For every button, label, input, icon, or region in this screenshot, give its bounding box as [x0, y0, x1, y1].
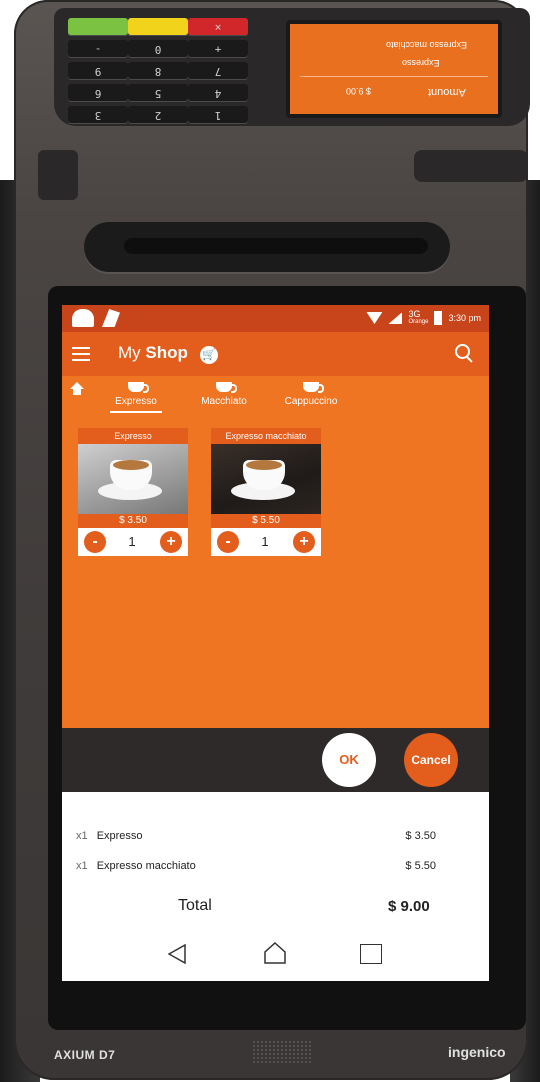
app-title-bold: Shop: [145, 343, 188, 362]
product-name: Expresso: [78, 428, 188, 444]
keypad: ✕ - 0 + 9 8 7 6 5 4 3 2 1: [64, 18, 264, 124]
decrement-button[interactable]: -: [217, 531, 239, 553]
cup-icon: [128, 382, 149, 393]
mini-line-1: Expresso macchiato: [386, 40, 468, 50]
total-label: Total: [178, 897, 212, 914]
key-4[interactable]: 4: [188, 84, 248, 102]
active-tab-indicator: [110, 411, 162, 413]
tab-label: Macchiato: [201, 396, 247, 407]
order-summary: x1 Expresso $ 3.50 x1 Expresso macchiato…: [62, 792, 489, 981]
tab-cappuccino[interactable]: Cappuccino: [278, 382, 344, 407]
increment-button[interactable]: +: [293, 531, 315, 553]
increment-button[interactable]: +: [160, 531, 182, 553]
network-type: 3G: [408, 309, 421, 319]
key-plus[interactable]: +: [188, 40, 248, 58]
ok-button[interactable]: OK: [322, 733, 376, 787]
signal-icon: [388, 312, 403, 324]
key-8[interactable]: 8: [128, 62, 188, 80]
mini-amount-label: Amount: [428, 86, 466, 98]
macchiato-image: [211, 444, 321, 514]
tab-label: Cappuccino: [284, 396, 338, 407]
status-bar: 3G Orange 3:30 pm: [62, 305, 489, 332]
app-title-prefix: My: [118, 343, 141, 362]
key-6[interactable]: 6: [68, 84, 128, 102]
printer-slot: [414, 150, 528, 182]
quantity-value: 1: [261, 534, 269, 549]
action-bar: OK Cancel: [62, 728, 489, 792]
home-icon[interactable]: [70, 382, 84, 396]
carrier-name: Orange: [408, 319, 429, 325]
quantity-stepper: - 1 +: [211, 528, 321, 556]
touch-screen: 3G Orange 3:30 pm My Shop 🛒 Expresso Mac…: [62, 305, 489, 981]
wifi-icon: [366, 312, 383, 324]
line-price: $ 3.50: [405, 830, 436, 842]
search-icon[interactable]: [453, 342, 475, 364]
clock: 3:30 pm: [448, 313, 481, 323]
line-qty: x1: [76, 860, 88, 872]
home-nav-icon[interactable]: [264, 942, 286, 964]
tab-label: Expresso: [115, 396, 157, 407]
key-green[interactable]: [68, 18, 128, 36]
key-3[interactable]: 3: [68, 106, 128, 124]
total-value: $ 9.00: [388, 898, 430, 915]
line-name: Expresso: [96, 830, 143, 842]
product-price: $ 3.50: [78, 514, 188, 528]
tab-expresso[interactable]: Expresso: [110, 382, 162, 413]
battery-icon: [434, 311, 443, 325]
speaker-grille: [252, 1040, 312, 1064]
key-2[interactable]: 2: [128, 106, 188, 124]
key-red[interactable]: ✕: [188, 18, 248, 36]
espresso-image: [78, 444, 188, 514]
product-name: Expresso macchiato: [211, 428, 321, 444]
key-1[interactable]: 1: [188, 106, 248, 124]
cup-icon: [303, 382, 324, 393]
magstripe-slot: [84, 222, 450, 272]
mini-divider: [300, 76, 488, 77]
key-zero[interactable]: 0: [128, 40, 188, 58]
mini-amount-value: $ 9.00: [346, 86, 372, 96]
key-5[interactable]: 5: [128, 84, 188, 102]
brand-label: ingenico: [448, 1044, 506, 1060]
summary-line: x1 Expresso macchiato $ 5.50: [76, 860, 436, 872]
customer-display: Expresso macchiato Expresso $ 9.00 Amoun…: [286, 20, 502, 118]
quantity-stepper: - 1 +: [78, 528, 188, 556]
android-nav-bar: [62, 932, 489, 978]
summary-line: x1 Expresso $ 3.50: [76, 830, 436, 842]
key-yellow[interactable]: [128, 18, 188, 36]
product-card[interactable]: Expresso $ 3.50 - 1 +: [78, 428, 188, 556]
model-label: AXIUM D7: [54, 1048, 116, 1062]
cup-icon: [216, 382, 237, 393]
product-price: $ 5.50: [211, 514, 321, 528]
back-icon[interactable]: [168, 944, 186, 964]
line-qty: x1: [76, 830, 88, 842]
decrement-button[interactable]: -: [84, 531, 106, 553]
hamburger-menu-icon[interactable]: [72, 347, 90, 361]
product-card[interactable]: Expresso macchiato $ 5.50 - 1 +: [211, 428, 321, 556]
recent-apps-icon[interactable]: [360, 944, 382, 964]
cart-icon[interactable]: 🛒: [200, 346, 218, 364]
key-7[interactable]: 7: [188, 62, 248, 80]
notification-icon: [102, 309, 120, 327]
line-name: Expresso macchiato: [96, 860, 196, 872]
pinpad: ✕ - 0 + 9 8 7 6 5 4 3 2 1 ingenico Expre…: [54, 8, 530, 126]
key-plus-row[interactable]: -: [68, 40, 128, 58]
product-area: Expresso Macchiato Cappuccino Expresso $…: [62, 376, 489, 728]
app-title: My Shop: [118, 343, 188, 363]
quantity-value: 1: [128, 534, 136, 549]
tab-macchiato[interactable]: Macchiato: [196, 382, 252, 407]
car-icon: [72, 309, 94, 327]
app-bar: My Shop 🛒: [62, 332, 489, 376]
key-9[interactable]: 9: [68, 62, 128, 80]
cancel-button[interactable]: Cancel: [404, 733, 458, 787]
smartcard-reader: [38, 150, 78, 200]
network-info: 3G Orange: [408, 310, 428, 326]
mini-line-2: Expresso: [402, 58, 440, 68]
line-price: $ 5.50: [405, 860, 436, 872]
